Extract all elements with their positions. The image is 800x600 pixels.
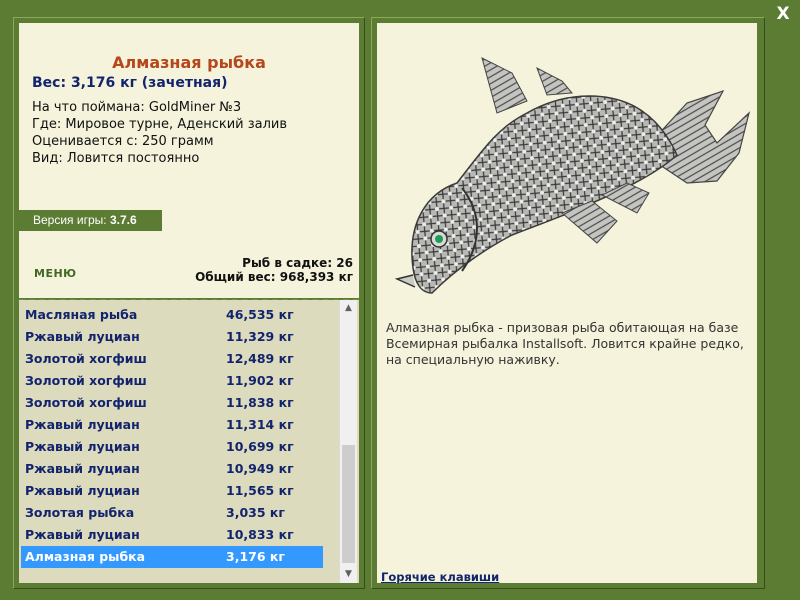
- fish-weight-value: 10,949 кг: [226, 461, 294, 476]
- list-item[interactable]: Золотая рыбка 3,035 кг: [21, 502, 323, 524]
- location-info: Где: Мировое турне, Аденский залив: [32, 117, 288, 132]
- fish-weight-value: 10,833 кг: [226, 527, 294, 542]
- fish-weight-value: 3,035 кг: [226, 505, 285, 520]
- list-item[interactable]: Ржавый луциан 10,833 кг: [21, 524, 323, 546]
- fish-weight-value: 3,176 кг: [226, 549, 285, 564]
- list-item[interactable]: Ржавый луциан 11,314 кг: [21, 414, 323, 436]
- fish-info-card: Алмазная рыбка Вес: 3,176 кг (зачетная) …: [19, 23, 359, 301]
- close-icon: X: [776, 4, 790, 24]
- fish-name: Ржавый луциан: [25, 417, 140, 432]
- fish-name: Ржавый луциан: [25, 527, 140, 542]
- fish-count: Рыб в садке: 26: [242, 256, 353, 270]
- version-value: 3.7.6: [109, 213, 137, 227]
- fish-weight-value: 11,314 кг: [226, 417, 294, 432]
- min-weight-info: Оценивается с: 250 грамм: [32, 134, 214, 149]
- close-button[interactable]: X: [770, 3, 796, 25]
- fish-description: Алмазная рыбка - призовая рыба обитающая…: [386, 320, 744, 367]
- fish-name: Алмазная рыбка: [25, 549, 146, 564]
- total-weight: Общий вес: 968,393 кг: [195, 270, 353, 284]
- fish-weight-value: 46,535 кг: [226, 307, 294, 322]
- fish-weight-value: 11,902 кг: [226, 373, 294, 388]
- fish-list[interactable]: Масляная рыба 46,535 кг Ржавый луциан 11,32…: [19, 300, 359, 583]
- fish-name: Ржавый луциан: [25, 483, 140, 498]
- fish-name: Золотой хогфиш: [25, 351, 147, 366]
- list-item[interactable]: Золотой хогфиш 11,902 кг: [21, 370, 323, 392]
- fish-name: Золотой хогфиш: [25, 395, 147, 410]
- catch-stats: Рыб в садке: 26 Общий вес: 968,393 кг: [195, 256, 353, 284]
- fish-detail-card: Алмазная рыбка - призовая рыба обитающая…: [377, 23, 757, 584]
- version-bar: Версия игры: 3.7.6: [19, 210, 162, 231]
- fish-weight-value: 11,329 кг: [226, 329, 294, 344]
- list-item[interactable]: Золотой хогфиш 11,838 кг: [21, 392, 323, 414]
- fish-weight-value: 11,838 кг: [226, 395, 294, 410]
- list-item[interactable]: Золотой хогфиш 12,489 кг: [21, 348, 323, 370]
- list-item[interactable]: Ржавый луциан 11,565 кг: [21, 480, 323, 502]
- scrollbar[interactable]: ▲ ▼: [339, 300, 357, 583]
- list-item[interactable]: Ржавый луциан 10,699 кг: [21, 436, 323, 458]
- fish-weight: Вес: 3,176 кг (зачетная): [32, 75, 228, 91]
- fish-image: [394, 57, 751, 294]
- menu-button[interactable]: МЕНЮ: [34, 267, 77, 280]
- fish-name: Ржавый луциан: [25, 439, 140, 454]
- fish-name: Золотой хогфиш: [25, 373, 147, 388]
- list-item[interactable]: Масляная рыба 46,535 кг: [21, 304, 323, 326]
- fish-weight-value: 12,489 кг: [226, 351, 294, 366]
- list-item[interactable]: Алмазная рыбка 3,176 кг: [21, 546, 323, 568]
- right-panel: Алмазная рыбка - призовая рыба обитающая…: [371, 17, 765, 589]
- fish-name: Золотая рыбка: [25, 505, 135, 520]
- species-info: Вид: Ловится постоянно: [32, 151, 200, 166]
- fish-name: Масляная рыба: [25, 307, 138, 322]
- hotkeys-link[interactable]: Горячие клавиши: [381, 570, 499, 584]
- version-label: Версия игры:: [33, 213, 107, 227]
- scroll-up-icon[interactable]: ▲: [340, 300, 357, 317]
- fish-name: Ржавый луциан: [25, 329, 140, 344]
- caught-with-info: На что поймана: GoldMiner №3: [32, 100, 242, 115]
- scroll-thumb[interactable]: [342, 445, 355, 563]
- left-panel: Алмазная рыбка Вес: 3,176 кг (зачетная) …: [13, 17, 365, 589]
- fish-weight-value: 10,699 кг: [226, 439, 294, 454]
- list-item[interactable]: Ржавый луциан 11,329 кг: [21, 326, 323, 348]
- fish-title: Алмазная рыбка: [112, 53, 266, 72]
- fish-name: Ржавый луциан: [25, 461, 140, 476]
- list-item[interactable]: Ржавый луциан 10,949 кг: [21, 458, 323, 480]
- fish-weight-value: 11,565 кг: [226, 483, 294, 498]
- scroll-down-icon[interactable]: ▼: [340, 566, 357, 583]
